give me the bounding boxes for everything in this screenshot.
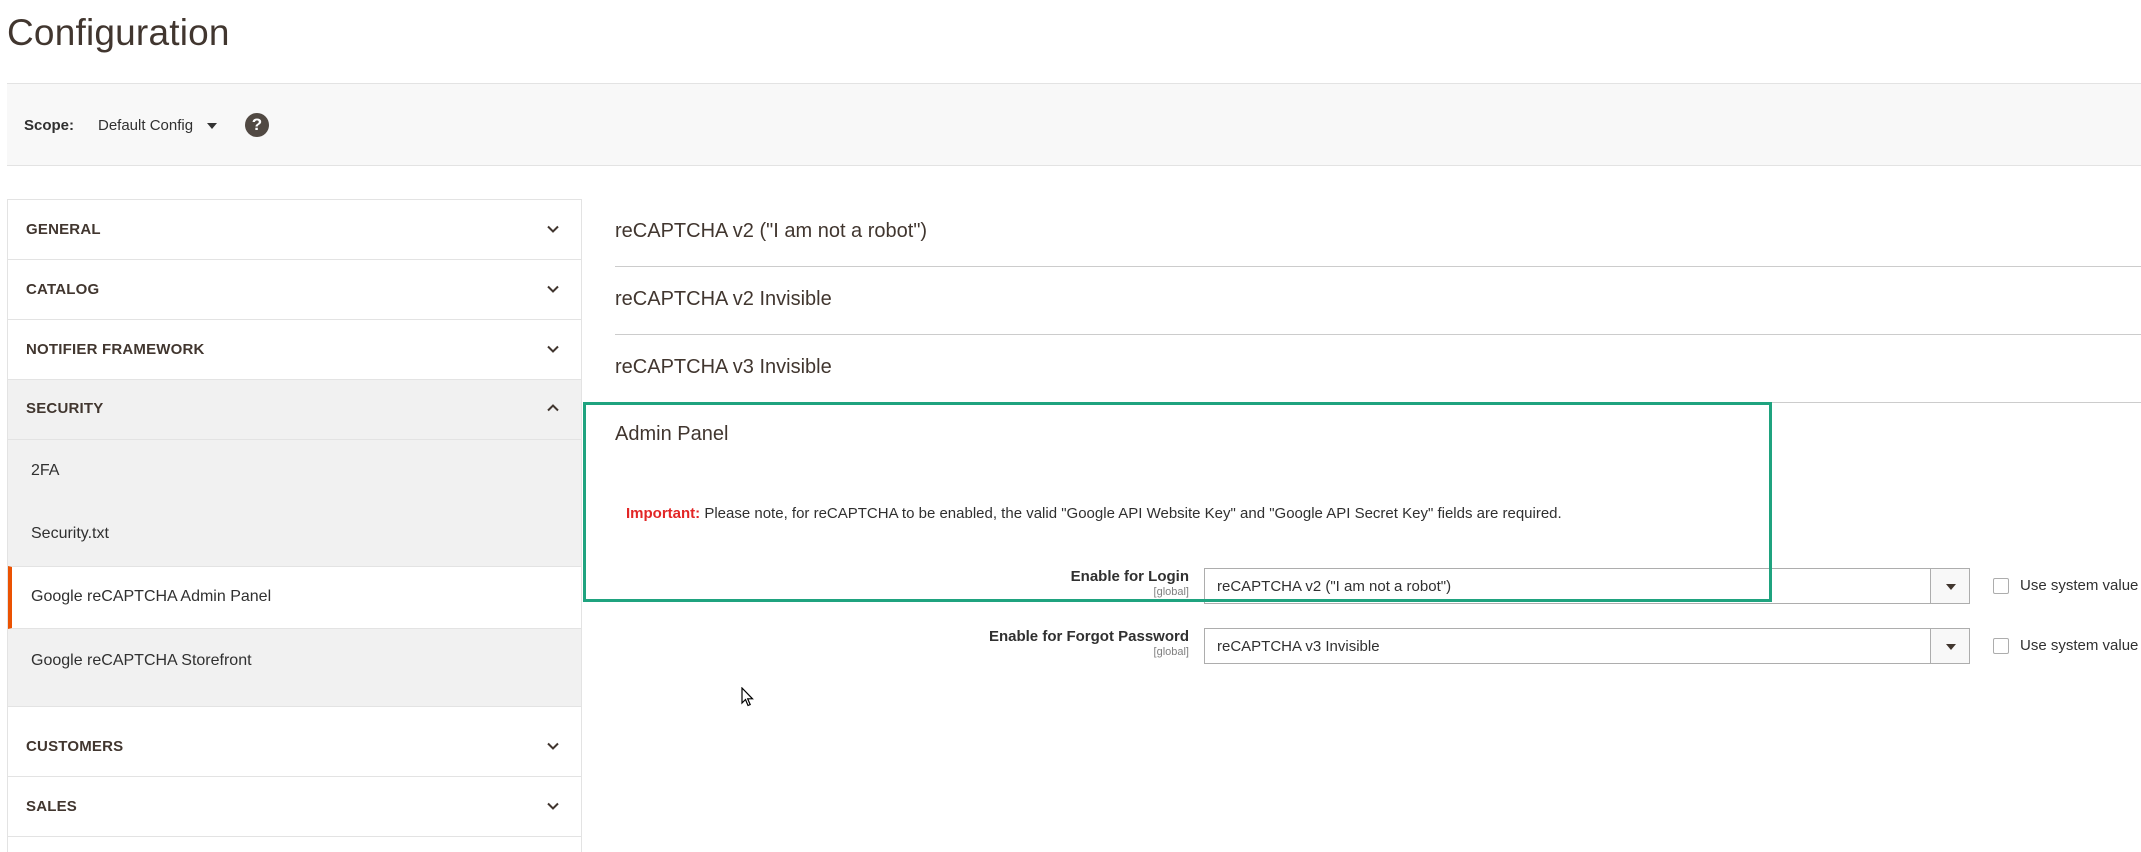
select-value: reCAPTCHA v3 Invisible (1217, 638, 1380, 655)
select-value: reCAPTCHA v2 ("I am not a robot") (1217, 578, 1452, 595)
tab-label: CATALOG (26, 281, 100, 298)
dropdown-arrow-icon[interactable] (1930, 569, 1969, 603)
tab-label: SECURITY (26, 400, 104, 417)
scope-bar: Scope: Default Config ? (7, 83, 2141, 166)
sidebar-item-label: Google reCAPTCHA Storefront (31, 652, 252, 669)
field-label: Enable for Login (1070, 568, 1189, 585)
section-recaptcha-v2[interactable]: reCAPTCHA v2 ("I am not a robot") (615, 200, 2141, 267)
important-note: Important: Please note, for reCAPTCHA to… (626, 505, 1562, 522)
page-title: Configuration (7, 12, 230, 53)
sidebar-item-label: Google reCAPTCHA Admin Panel (31, 588, 272, 605)
field-label: Enable for Forgot Password (988, 628, 1189, 645)
tab-label: CUSTOMERS (26, 738, 124, 755)
sidebar-item-label: 2FA (31, 462, 60, 479)
field-scope: [global] (1153, 646, 1189, 658)
section-title: reCAPTCHA v3 Invisible (615, 356, 832, 378)
tab-customers[interactable]: CUSTOMERS (8, 717, 581, 777)
important-text: Please note, for reCAPTCHA to be enabled… (704, 505, 1562, 522)
sidebar-item-security-txt[interactable]: Security.txt (8, 503, 581, 566)
section-recaptcha-v2-invisible[interactable]: reCAPTCHA v2 Invisible (615, 268, 2141, 335)
scope-switcher[interactable]: Default Config (98, 117, 218, 134)
help-icon[interactable]: ? (245, 113, 269, 137)
chevron-down-icon (545, 221, 561, 237)
checkbox[interactable] (1993, 578, 2009, 594)
chevron-down-icon (545, 738, 561, 754)
checkbox-label: Use system value (2020, 637, 2139, 654)
section-title: reCAPTCHA v2 ("I am not a robot") (615, 220, 928, 242)
scope-label: Scope: (24, 117, 75, 134)
chevron-down-icon (545, 341, 561, 357)
tab-label: SALES (26, 798, 78, 815)
chevron-down-icon (545, 281, 561, 297)
checkbox-label: Use system value (2020, 577, 2139, 594)
chevron-up-icon (545, 400, 561, 416)
dropdown-arrow-icon[interactable] (1930, 629, 1969, 663)
tab-catalog[interactable]: CATALOG (8, 260, 581, 320)
tab-security[interactable]: SECURITY (8, 380, 581, 440)
section-recaptcha-v3-invisible[interactable]: reCAPTCHA v3 Invisible (615, 336, 2141, 403)
section-title: reCAPTCHA v2 Invisible (615, 288, 832, 310)
section-title-admin-panel[interactable]: Admin Panel (615, 423, 728, 446)
config-sidebar: GENERAL CATALOG NOTIFIER FRAMEWORK SECUR… (7, 199, 582, 852)
tab-label: NOTIFIER FRAMEWORK (26, 341, 205, 358)
sidebar-item-recaptcha-storefront[interactable]: Google reCAPTCHA Storefront (8, 629, 581, 707)
tab-label: GENERAL (26, 221, 101, 238)
scope-value: Default Config (98, 117, 194, 134)
tab-notifier-framework[interactable]: NOTIFIER FRAMEWORK (8, 320, 581, 380)
mouse-cursor-icon (741, 687, 754, 707)
enable-login-select[interactable]: reCAPTCHA v2 ("I am not a robot") (1204, 568, 1970, 604)
field-label-enable-forgot-password: Enable for Forgot Password [global] (989, 628, 1189, 658)
tab-sales[interactable]: SALES (8, 777, 581, 837)
sidebar-item-recaptcha-admin-panel[interactable]: Google reCAPTCHA Admin Panel (8, 566, 581, 629)
caret-down-icon (207, 123, 218, 130)
enable-forgot-password-select[interactable]: reCAPTCHA v3 Invisible (1204, 628, 1970, 664)
field-label-enable-login: Enable for Login [global] (1071, 568, 1189, 598)
sidebar-item-2fa[interactable]: 2FA (8, 440, 581, 503)
important-label: Important: (626, 505, 701, 522)
checkbox[interactable] (1993, 638, 2009, 654)
field-scope: [global] (1153, 586, 1189, 598)
tab-general[interactable]: GENERAL (8, 200, 581, 260)
chevron-down-icon (545, 798, 561, 814)
sidebar-item-label: Security.txt (31, 525, 109, 542)
